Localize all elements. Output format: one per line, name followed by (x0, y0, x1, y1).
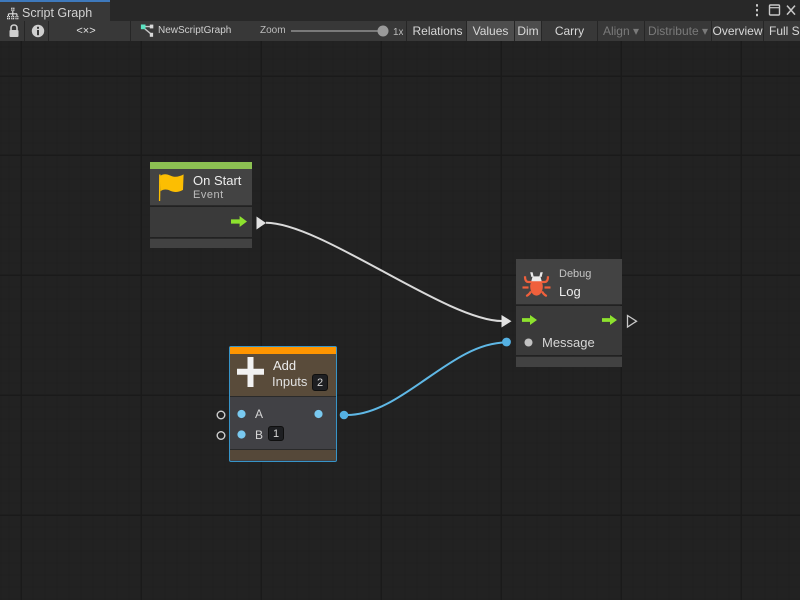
svg-text:1x: 1x (393, 27, 403, 38)
